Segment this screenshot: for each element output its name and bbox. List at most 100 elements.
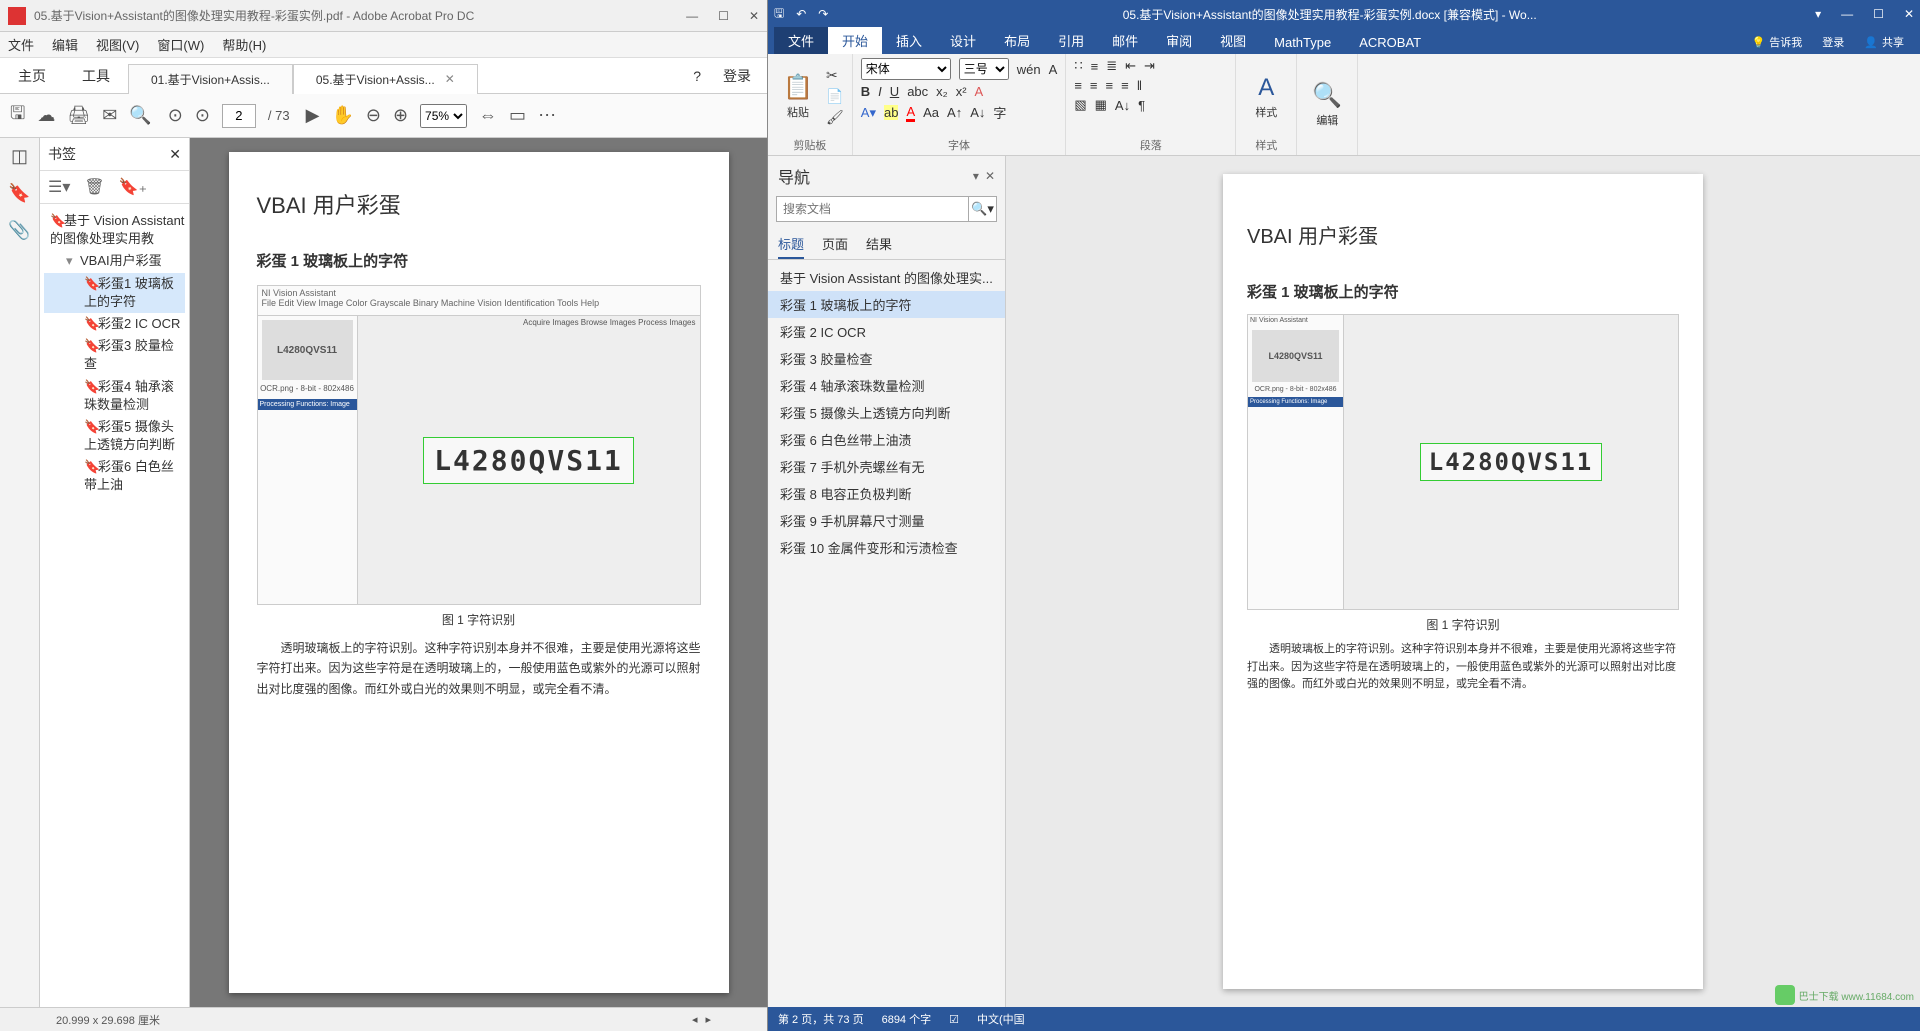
align-right-icon[interactable]: ≡ [1106,78,1114,93]
font-name-select[interactable]: 宋体 [861,58,951,80]
nav-tab-pages[interactable]: 页面 [822,230,848,259]
borders-icon[interactable]: ▦ [1095,97,1107,113]
more-icon[interactable]: ⋯ [538,105,556,126]
tab-references[interactable]: 引用 [1044,27,1098,54]
page-down-icon[interactable]: ⊙ [195,105,210,126]
spellcheck-icon[interactable]: ☑ [949,1013,959,1026]
tell-me[interactable]: 💡告诉我 [1742,30,1813,54]
numbering-icon[interactable]: ≡ [1091,59,1099,74]
nav-heading-item[interactable]: 彩蛋 5 摄像头上透镜方向判断 [768,399,1005,426]
nav-heading-item[interactable]: 彩蛋 4 轴承滚珠数量检测 [768,372,1005,399]
tab-file[interactable]: 文件 [774,27,828,54]
multilevel-icon[interactable]: ≣ [1106,58,1117,74]
phonetic-icon[interactable]: wén [1017,62,1041,77]
nav-heading-item[interactable]: 彩蛋 10 金属件变形和污渍检查 [768,534,1005,561]
decrease-indent-icon[interactable]: ⇤ [1125,58,1136,74]
page-up-icon[interactable]: ⊙ [168,105,183,126]
line-spacing-icon[interactable]: ‖ [1137,78,1142,93]
thumbnails-icon[interactable]: ◫ [11,146,28,167]
hand-icon[interactable]: ✋ [331,105,353,126]
acrobat-page-view[interactable]: VBAI 用户彩蛋 彩蛋 1 玻璃板上的字符 NI Vision Assista… [190,138,767,1007]
styles-button[interactable]: A样式 [1244,58,1288,135]
close-panel-icon[interactable]: ✕ [169,146,181,163]
sort-icon[interactable]: A↓ [1115,98,1130,113]
tab-layout[interactable]: 布局 [990,27,1044,54]
tab-review[interactable]: 审阅 [1152,27,1206,54]
bookmark-item[interactable]: ▾VBAI用户彩蛋 [44,250,185,272]
dropdown-icon[interactable]: ▾ [973,169,979,183]
font-color-icon[interactable]: A [906,104,915,122]
paste-button[interactable]: 📋粘贴 [776,58,820,135]
menu-window[interactable]: 窗口(W) [157,35,204,54]
nav-heading-item[interactable]: 彩蛋 3 胶量检查 [768,345,1005,372]
tab-mailings[interactable]: 邮件 [1098,27,1152,54]
minimize-icon[interactable]: — [686,9,698,23]
bookmark-item[interactable]: 🔖彩蛋1 玻璃板上的字符 [44,273,185,313]
doc-tab[interactable]: 01.基于Vision+Assis... [128,64,293,94]
char-border-icon[interactable]: A [1049,62,1058,77]
menu-help[interactable]: 帮助(H) [222,35,266,54]
zoom-out-icon[interactable]: ⊖ [366,105,381,126]
save-icon[interactable]: 🖫 [10,101,25,131]
nav-heading-item[interactable]: 基于 Vision Assistant 的图像处理实... [768,264,1005,291]
nav-tab-headings[interactable]: 标题 [778,230,804,259]
align-center-icon[interactable]: ≡ [1090,78,1098,93]
status-language[interactable]: 中文(中国 [977,1011,1025,1027]
nav-heading-item[interactable]: 彩蛋 6 白色丝带上油渍 [768,426,1005,453]
status-words[interactable]: 6894 个字 [882,1011,932,1027]
bookmark-item[interactable]: 🔖彩蛋6 白色丝带上油 [44,456,185,496]
font-size-select[interactable]: 三号 [959,58,1009,80]
tab-insert[interactable]: 插入 [882,27,936,54]
close-icon[interactable]: ✕ [445,72,455,86]
strike-icon[interactable]: abc [907,84,928,99]
doc-tab[interactable]: 05.基于Vision+Assis...✕ [293,64,478,94]
bold-icon[interactable]: B [861,84,870,99]
pointer-icon[interactable]: ▶ [306,105,320,126]
menu-view[interactable]: 视图(V) [96,35,139,54]
superscript-icon[interactable]: x² [956,84,967,99]
justify-icon[interactable]: ≡ [1121,78,1129,93]
mail-icon[interactable]: ✉ [102,105,117,126]
bookmark-item[interactable]: 🔖彩蛋2 IC OCR [44,313,185,335]
bookmark-item[interactable]: 🔖彩蛋4 轴承滚珠数量检测 [44,376,185,416]
nav-heading-item[interactable]: 彩蛋 7 手机外壳螺丝有无 [768,453,1005,480]
undo-icon[interactable]: ↶ [796,7,806,21]
format-painter-icon[interactable]: 🖌 [826,109,844,126]
help-icon[interactable]: ? [693,68,701,84]
close-icon[interactable]: ✕ [749,9,759,23]
page-input[interactable] [222,104,256,128]
copy-icon[interactable]: 📄 [826,88,844,105]
tab-view[interactable]: 视图 [1206,27,1260,54]
subscript-icon[interactable]: x₂ [936,84,948,99]
menu-edit[interactable]: 编辑 [52,35,78,54]
nav-heading-item[interactable]: 彩蛋 2 IC OCR [768,318,1005,345]
nav-heading-item[interactable]: 彩蛋 9 手机屏幕尺寸测量 [768,507,1005,534]
status-page[interactable]: 第 2 页，共 73 页 [778,1011,864,1027]
search-icon[interactable]: 🔍▾ [969,196,997,222]
bookmarks-icon[interactable]: 🔖 [8,183,30,204]
next-page-icon[interactable]: ▸ [705,1013,711,1026]
increase-indent-icon[interactable]: ⇥ [1144,58,1155,74]
maximize-icon[interactable]: ☐ [718,9,729,23]
highlight-icon[interactable]: ab [884,105,898,120]
underline-icon[interactable]: U [890,84,899,99]
cloud-icon[interactable]: ☁ [37,105,55,126]
tab-design[interactable]: 设计 [936,27,990,54]
nav-tab-results[interactable]: 结果 [866,230,892,259]
login-link[interactable]: 登录 [723,66,751,86]
bookmark-item[interactable]: 🔖彩蛋5 摄像头上透镜方向判断 [44,416,185,456]
text-effect-icon[interactable]: A▾ [861,105,876,121]
share-button[interactable]: 👤共享 [1854,30,1914,54]
close-panel-icon[interactable]: ✕ [985,169,995,183]
nav-heading-item[interactable]: 彩蛋 8 电容正负极判断 [768,480,1005,507]
grow-font-icon[interactable]: A↑ [947,105,962,120]
tab-home[interactable]: 开始 [828,27,882,54]
bookmark-item[interactable]: 🔖彩蛋3 胶量检查 [44,335,185,375]
ribbon-options-icon[interactable]: ▾ [1815,7,1821,21]
maximize-icon[interactable]: ☐ [1873,7,1884,21]
word-page-view[interactable]: VBAI 用户彩蛋 彩蛋 1 玻璃板上的字符 NI Vision Assista… [1006,156,1920,1007]
fit-width-icon[interactable]: ⇔ [479,105,497,126]
shading-icon[interactable]: ▧ [1074,97,1086,113]
minimize-icon[interactable]: — [1841,7,1853,21]
attachments-icon[interactable]: 📎 [8,220,30,241]
